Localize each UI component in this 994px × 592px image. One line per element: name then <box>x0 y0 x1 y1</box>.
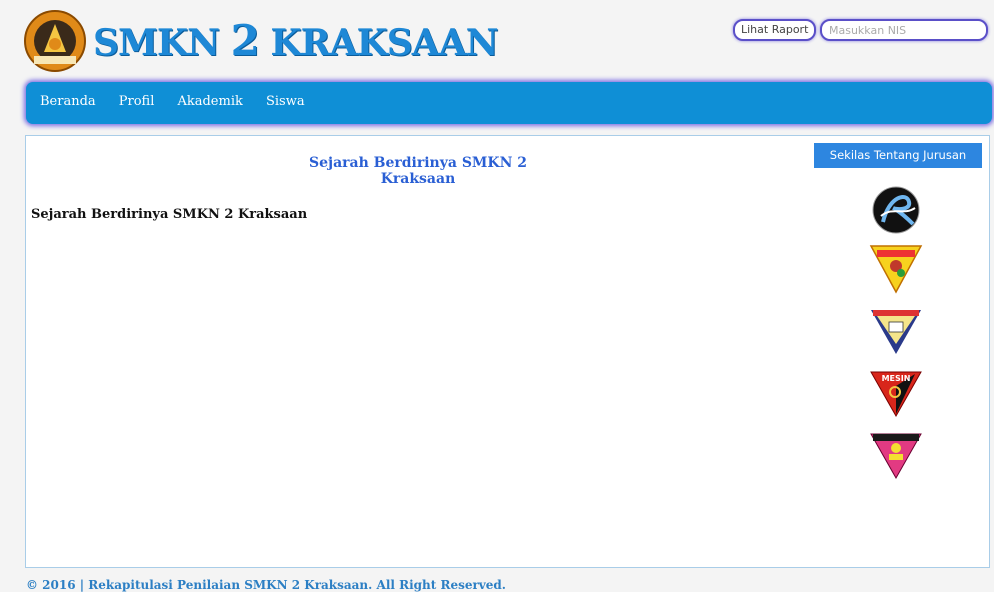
sekilas-jurusan-button[interactable]: Sekilas Tentang Jurusan <box>814 143 982 168</box>
nav-item-akademik[interactable]: Akademik <box>177 94 242 109</box>
multimedia-logo-icon[interactable] <box>869 244 923 294</box>
content-panel: Sejarah Berdirinya SMKN 2 Kraksaan Sejar… <box>25 135 990 568</box>
header: SMKN 2 KRAKSAAN Lihat Raport <box>0 0 994 78</box>
nav-item-beranda[interactable]: Beranda <box>40 94 96 109</box>
page-title: Sejarah Berdirinya SMKN 2 Kraksaan <box>308 155 528 187</box>
bangunan-logo-icon[interactable] <box>869 306 923 356</box>
nis-input[interactable] <box>820 19 988 41</box>
nav-item-siswa[interactable]: Siswa <box>266 94 305 109</box>
brand-prefix: SMKN <box>93 22 220 64</box>
nav-item-profil[interactable]: Profil <box>119 94 155 109</box>
mesin-logo-icon[interactable]: MESIN <box>869 368 923 418</box>
rpl-logo-icon[interactable] <box>869 186 923 234</box>
tata-busana-logo-icon[interactable] <box>869 430 923 480</box>
footer-text: © 2016 | Rekapitulasi Penilaian SMKN 2 K… <box>26 578 506 592</box>
brand-title: SMKN 2 KRAKSAAN <box>93 16 499 65</box>
mesin-logo-text: MESIN <box>882 374 911 383</box>
brand-number: 2 <box>230 16 260 65</box>
lihat-raport-button[interactable]: Lihat Raport <box>733 19 817 41</box>
school-logo-icon <box>24 10 86 72</box>
brand-suffix: KRAKSAAN <box>270 22 498 64</box>
section-heading: Sejarah Berdirinya SMKN 2 Kraksaan <box>31 207 308 222</box>
main-navbar: Beranda Profil Akademik Siswa <box>26 82 992 124</box>
